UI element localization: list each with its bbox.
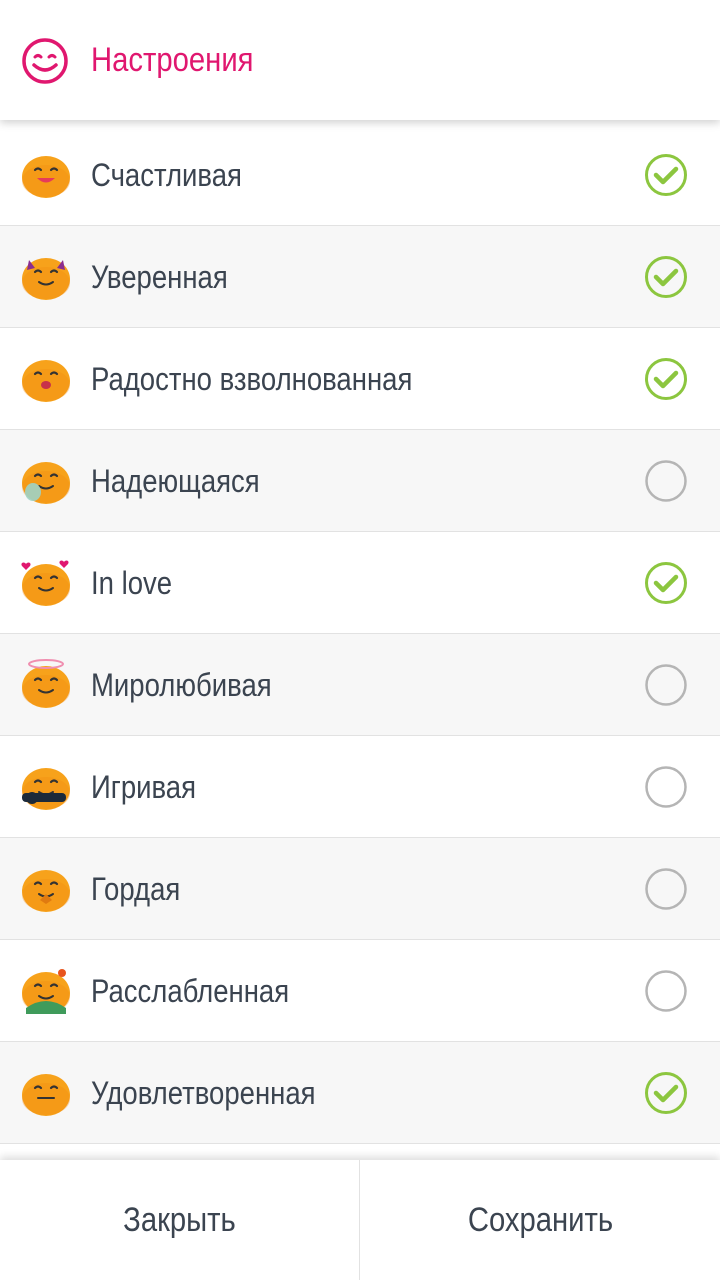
checked-circle-icon[interactable]: [643, 1070, 689, 1116]
mood-row[interactable]: Миролюбивая: [0, 634, 720, 736]
save-button-label: Сохранить: [467, 1200, 613, 1239]
unchecked-circle-icon[interactable]: [643, 458, 689, 504]
save-button[interactable]: Сохранить: [360, 1160, 720, 1280]
excited-face-icon: [22, 360, 70, 402]
close-button-label: Закрыть: [123, 1200, 236, 1239]
in-love-face-icon: [21, 560, 70, 606]
unchecked-circle-icon[interactable]: [643, 866, 689, 912]
mood-label: Надеющаяся: [91, 463, 260, 499]
mood-list: Счастливая Уверенная Радостно взволнован…: [0, 124, 720, 1160]
mood-row[interactable]: Уверенная: [0, 226, 720, 328]
checked-circle-icon[interactable]: [643, 356, 689, 402]
checked-circle-icon[interactable]: [643, 254, 689, 300]
mood-row[interactable]: Удовлетворенная: [0, 1042, 720, 1144]
mood-label: Миролюбивая: [91, 667, 272, 703]
close-button[interactable]: Закрыть: [0, 1160, 360, 1280]
mood-label: Игривая: [91, 769, 197, 805]
playful-face-icon: [22, 768, 70, 810]
mood-label: Счастливая: [91, 157, 242, 193]
checked-circle-icon[interactable]: [643, 560, 689, 606]
mood-row[interactable]: Радостно взволнованная: [0, 328, 720, 430]
proud-face-icon: [22, 870, 70, 912]
dialog-footer: Закрыть Сохранить: [0, 1160, 720, 1280]
mood-row[interactable]: Надеющаяся: [0, 430, 720, 532]
happy-face-icon: [22, 156, 70, 198]
mood-label: In love: [91, 565, 173, 601]
satisfied-face-icon: [22, 1074, 70, 1116]
mood-row[interactable]: In love: [0, 532, 720, 634]
mood-row[interactable]: Гордая: [0, 838, 720, 940]
mood-label: Уверенная: [91, 259, 228, 295]
mood-row[interactable]: Игривая: [0, 736, 720, 838]
smiley-icon: [22, 38, 68, 84]
checked-circle-icon[interactable]: [643, 152, 689, 198]
mood-row[interactable]: Счастливая: [0, 124, 720, 226]
mood-label: Радостно взволнованная: [91, 361, 413, 397]
unchecked-circle-icon[interactable]: [643, 968, 689, 1014]
peaceful-face-icon: [22, 659, 70, 708]
mood-label: Гордая: [91, 871, 181, 907]
relaxed-face-icon: [22, 969, 70, 1014]
unchecked-circle-icon[interactable]: [643, 764, 689, 810]
mood-label: Расслабленная: [91, 973, 290, 1009]
mood-label: Удовлетворенная: [91, 1075, 316, 1111]
app-header: Настроения: [0, 0, 720, 120]
hopeful-face-icon: [22, 462, 70, 504]
unchecked-circle-icon[interactable]: [643, 662, 689, 708]
page-title: Настроения: [91, 41, 254, 79]
mood-row[interactable]: Расслабленная: [0, 940, 720, 1042]
confident-face-icon: [22, 258, 70, 300]
